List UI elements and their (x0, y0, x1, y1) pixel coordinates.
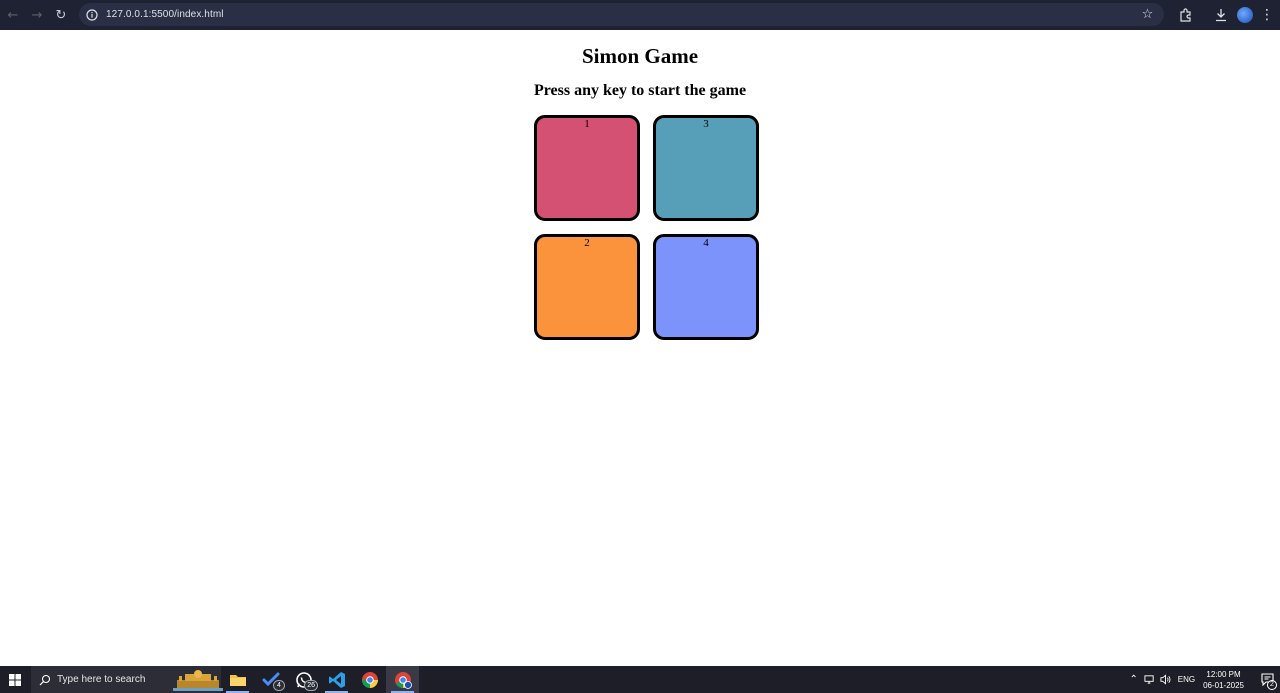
game-status-text: Press any key to start the game (533, 82, 747, 99)
profile-icon[interactable] (1237, 7, 1253, 23)
todo-badge: 4 (273, 680, 285, 691)
kebab-menu-icon[interactable]: ⋮ (1257, 3, 1277, 27)
page-title: Simon Game (581, 44, 699, 68)
taskbar-file-explorer[interactable] (221, 666, 254, 693)
search-icon (39, 674, 51, 685)
start-button[interactable] (0, 666, 30, 693)
taskbar-whatsapp[interactable]: 26 (287, 666, 320, 693)
clock-date: 06-01-2025 (1203, 680, 1244, 690)
url-text[interactable]: 127.0.0.1:5500/index.html (106, 9, 224, 20)
clock[interactable]: 12:00 PM 06-01-2025 (1203, 669, 1244, 691)
system-tray: ⌃ ENG 12:00 PM 06-01-2025 2 (1126, 666, 1280, 693)
extensions-button[interactable] (1174, 3, 1198, 27)
game-button-1[interactable]: 1 (534, 115, 640, 221)
search-placeholder: Type here to search (57, 674, 146, 685)
chrome-icon (361, 671, 378, 688)
star-icon: ☆ (1141, 7, 1154, 22)
download-icon (1216, 9, 1226, 22)
taskbar-chrome[interactable] (353, 666, 386, 693)
reload-button[interactable]: ↻ (49, 3, 73, 27)
game-button-2[interactable]: 2 (534, 234, 640, 340)
reload-icon: ↻ (55, 7, 67, 23)
address-bar[interactable]: 127.0.0.1:5500/index.html ☆ (79, 3, 1164, 26)
back-button[interactable]: ← (1, 3, 25, 27)
taskbar: Type here to search 4 26 ⌃ ENG 12:00 PM … (0, 666, 1280, 693)
site-info-button[interactable] (83, 6, 101, 24)
show-hidden-icons-button[interactable]: ⌃ (1126, 666, 1142, 693)
puzzle-icon (1180, 8, 1191, 22)
taskbar-vscode[interactable] (320, 666, 353, 693)
volume-icon[interactable] (1158, 666, 1174, 693)
chevron-up-icon: ⌃ (1129, 674, 1138, 685)
taskbar-todo[interactable]: 4 (254, 666, 287, 693)
chrome-profile-icon (394, 671, 412, 689)
downloads-button[interactable] (1209, 3, 1233, 27)
page-content: Simon Game Press any key to start the ga… (0, 30, 1280, 666)
game-button-4[interactable]: 4 (653, 234, 759, 340)
browser-toolbar: ← → ↻ 127.0.0.1:5500/index.html ☆ ⋮ (0, 0, 1280, 30)
clock-time: 12:00 PM (1206, 669, 1241, 679)
game-button-3[interactable]: 3 (653, 115, 759, 221)
language-indicator[interactable]: ENG (1178, 675, 1195, 684)
info-icon (86, 8, 98, 21)
vscode-icon (328, 671, 345, 688)
folder-icon (229, 674, 246, 686)
forward-button[interactable]: → (25, 3, 49, 27)
notification-badge: 2 (1267, 680, 1277, 690)
arrow-right-icon: → (31, 7, 43, 23)
bookmark-button[interactable]: ☆ (1139, 6, 1156, 23)
windows-icon (9, 673, 21, 686)
arrow-left-icon: ← (7, 7, 19, 23)
network-icon[interactable] (1142, 666, 1158, 693)
search-highlight-image (173, 670, 223, 691)
taskbar-search[interactable]: Type here to search (31, 666, 223, 693)
taskbar-chrome-profile[interactable] (386, 666, 419, 693)
notification-center-button[interactable]: 2 (1254, 666, 1280, 693)
whatsapp-badge: 26 (304, 680, 318, 691)
